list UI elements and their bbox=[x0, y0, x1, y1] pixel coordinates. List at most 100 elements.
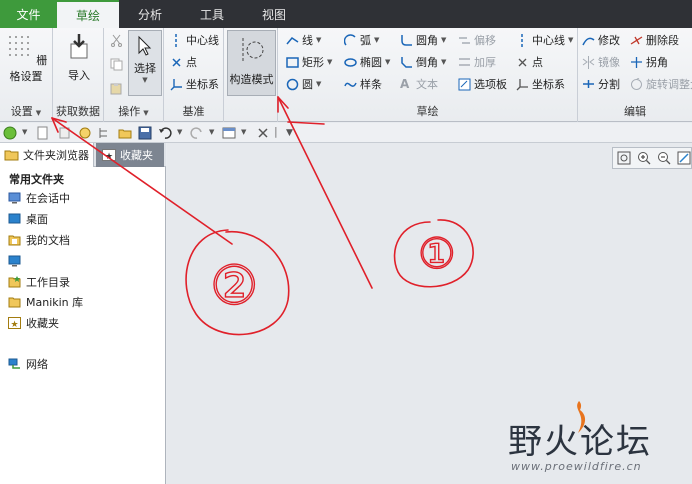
folder-desktop[interactable]: 桌面 bbox=[8, 210, 48, 228]
tab-file[interactable]: 文件 bbox=[0, 0, 57, 28]
palette-button[interactable]: 选项板 bbox=[458, 75, 507, 93]
spline-button[interactable]: 样条 bbox=[344, 75, 382, 93]
grid-icon bbox=[8, 36, 29, 56]
text-icon: A bbox=[400, 76, 410, 91]
folder-computer[interactable] bbox=[8, 252, 26, 270]
corner-icon bbox=[631, 56, 642, 68]
regenerate-icon[interactable] bbox=[78, 126, 92, 140]
fillet-icon bbox=[401, 34, 412, 46]
offset-button[interactable]: 偏移 bbox=[458, 31, 496, 49]
toolbar-divider: | bbox=[274, 125, 278, 138]
chamfer-icon bbox=[401, 56, 412, 68]
tab-view[interactable]: 视图 bbox=[243, 0, 305, 28]
select-label: 选择 bbox=[134, 62, 156, 75]
group-operations-label[interactable]: 操作 ▼ bbox=[104, 103, 163, 119]
tab-sketch[interactable]: 草绘 bbox=[57, 0, 119, 28]
folder-in-session[interactable]: 在会话中 bbox=[8, 189, 70, 207]
delete-segment-button[interactable]: 删除段 bbox=[630, 31, 679, 49]
arc-button[interactable]: 弧 ▼ bbox=[344, 31, 379, 49]
folder-network[interactable]: 网络 bbox=[8, 355, 48, 373]
offset-icon bbox=[459, 36, 470, 44]
divide-button[interactable]: 分割 bbox=[582, 75, 620, 93]
customize-toolbar-dropdown[interactable]: ▼ bbox=[286, 128, 293, 138]
documents-icon bbox=[8, 235, 21, 246]
fillet-button[interactable]: 圆角 ▼ bbox=[400, 31, 446, 49]
group-sketch: 线 ▼ 矩形 ▼ 圆 ▼ 弧 ▼ 椭圆 ▼ 样条 圆角 ▼ 倒角 ▼ A 文本 … bbox=[278, 28, 578, 122]
datum-centerline-button[interactable]: 中心线 bbox=[170, 31, 219, 49]
close-window-icon[interactable] bbox=[256, 126, 270, 140]
import-label: 导入 bbox=[68, 69, 90, 82]
globe-icon[interactable] bbox=[3, 126, 17, 140]
palette-icon bbox=[458, 78, 471, 90]
sketch-point-button[interactable]: 点 bbox=[516, 53, 543, 71]
folder-my-documents[interactable]: 我的文档 bbox=[8, 231, 70, 249]
chamfer-button[interactable]: 倒角 ▼ bbox=[400, 53, 446, 71]
modify-button[interactable]: 修改 bbox=[582, 31, 620, 49]
paste-icon[interactable] bbox=[110, 82, 123, 95]
circle-button[interactable]: 圆 ▼ bbox=[286, 75, 321, 93]
import-icon bbox=[70, 34, 88, 59]
tab-tools[interactable]: 工具 bbox=[181, 0, 243, 28]
spline-icon bbox=[344, 82, 357, 87]
new-icon[interactable] bbox=[36, 126, 50, 140]
globe-dropdown[interactable]: ▼ bbox=[22, 128, 27, 136]
line-button[interactable]: 线 ▼ bbox=[286, 31, 321, 49]
redo-icon[interactable] bbox=[190, 126, 204, 140]
folder-working-directory[interactable]: 工作目录 bbox=[8, 273, 70, 291]
open-folder-icon[interactable] bbox=[118, 126, 132, 140]
point-icon bbox=[518, 58, 527, 66]
datum-csys-button[interactable]: 坐标系 bbox=[170, 75, 219, 93]
sketch-csys-button[interactable]: 坐标系 bbox=[516, 75, 565, 93]
sketch-centerline-button[interactable]: 中心线 ▼ bbox=[516, 31, 573, 49]
tab-analysis[interactable]: 分析 bbox=[119, 0, 181, 28]
window-icon[interactable] bbox=[222, 126, 236, 140]
modify-icon bbox=[582, 37, 595, 45]
folder-manikin-library[interactable]: Manikin 库 bbox=[8, 293, 83, 311]
select-button[interactable]: 选择 ▼ bbox=[128, 30, 162, 96]
navigator-tabs: 文件夹浏览器 ★ 收藏夹 bbox=[0, 143, 166, 167]
corner-button[interactable]: 拐角 bbox=[630, 53, 668, 71]
rectangle-button[interactable]: 矩形 ▼ bbox=[286, 53, 332, 71]
repaint-icon[interactable] bbox=[677, 151, 691, 165]
tab-folder-browser[interactable]: 文件夹浏览器 bbox=[0, 143, 94, 167]
construction-mode-button[interactable]: 构造模式 bbox=[227, 30, 276, 96]
folder-browser-icon bbox=[4, 150, 19, 161]
construction-mode-icon bbox=[242, 38, 263, 62]
construction-mode-label: 构造模式 bbox=[229, 73, 274, 86]
cursor-arrow-icon bbox=[138, 35, 152, 56]
rotate-resize-icon bbox=[631, 77, 642, 90]
tab-favorites[interactable]: ★ 收藏夹 bbox=[96, 143, 164, 167]
ribbon-tab-bar: 文件 草绘 分析 工具 视图 bbox=[0, 0, 692, 28]
cut-icon[interactable] bbox=[110, 34, 123, 47]
computer-icon bbox=[8, 255, 21, 267]
datum-point-button[interactable]: 点 bbox=[170, 53, 197, 71]
undo-icon[interactable] bbox=[158, 126, 172, 140]
mirror-button[interactable]: 镜像 bbox=[582, 53, 620, 71]
group-edit-label: 编辑 bbox=[624, 105, 646, 118]
text-button[interactable]: A 文本 bbox=[400, 75, 438, 93]
group-construction: 构造模式 bbox=[224, 28, 278, 122]
navigator-panel: 文件夹浏览器 ★ 收藏夹 常用文件夹 在会话中 桌面 我的文档 工作目录 Man… bbox=[0, 143, 166, 484]
save-icon[interactable] bbox=[138, 126, 152, 140]
zoom-in-icon[interactable] bbox=[637, 151, 651, 165]
ellipse-button[interactable]: 椭圆 ▼ bbox=[344, 53, 390, 71]
rotate-resize-button[interactable]: 旋转调整大小 bbox=[630, 75, 692, 93]
group-edit: 修改 镜像 分割 删除段 拐角 旋转调整大小 编辑 bbox=[578, 28, 692, 122]
working-directory-icon bbox=[8, 276, 21, 288]
group-setup-label[interactable]: 设置 ▼ bbox=[0, 103, 52, 119]
redo-dropdown[interactable]: ▼ bbox=[209, 128, 214, 136]
import-button[interactable]: 导入 bbox=[59, 32, 99, 83]
layer-icon[interactable] bbox=[58, 126, 72, 140]
grid-settings-button[interactable]: 栅格设置 bbox=[2, 32, 50, 84]
group-setup: 栅格设置 设置 ▼ bbox=[0, 28, 53, 122]
window-dropdown[interactable]: ▼ bbox=[241, 128, 246, 136]
tree-icon[interactable] bbox=[98, 126, 112, 140]
refit-icon[interactable] bbox=[617, 151, 631, 165]
folder-favorites[interactable]: ★ 收藏夹 bbox=[8, 314, 59, 332]
thicken-button[interactable]: 加厚 bbox=[458, 53, 496, 71]
copy-icon[interactable] bbox=[110, 58, 123, 71]
csys-icon bbox=[516, 78, 528, 90]
zoom-out-icon[interactable] bbox=[657, 151, 671, 165]
undo-dropdown[interactable]: ▼ bbox=[177, 128, 182, 136]
watermark-title: 野火论坛 bbox=[508, 422, 652, 462]
